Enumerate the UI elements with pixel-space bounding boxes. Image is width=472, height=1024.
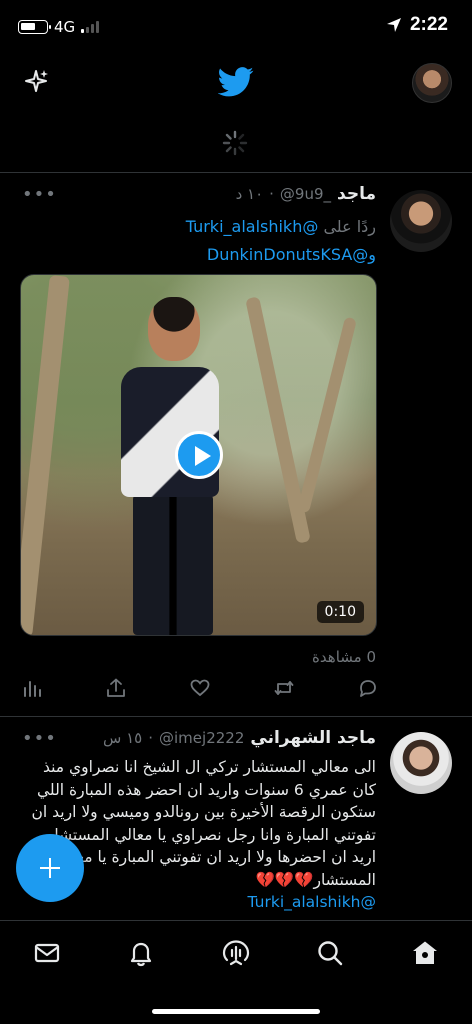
video-duration: 0:10 (316, 601, 364, 623)
home-icon[interactable] (411, 939, 439, 967)
replying-to: ردًا على @Turki_alalshikh و@DunkinDonuts… (26, 213, 376, 269)
video-frame-tree (296, 316, 358, 514)
tweet-author-name[interactable]: ماجد (337, 184, 376, 204)
top-nav (0, 58, 472, 110)
more-options-icon[interactable]: ••• (22, 728, 57, 749)
battery-icon (18, 20, 51, 34)
analytics-icon[interactable] (22, 678, 42, 698)
profile-avatar[interactable] (412, 63, 452, 103)
compose-tweet-button[interactable] (16, 834, 84, 902)
tweet-video[interactable]: 0:10 (20, 274, 377, 636)
sparkle-icon[interactable] (22, 68, 50, 96)
view-count: 0 مشاهدة (312, 648, 376, 666)
divider (0, 172, 472, 173)
video-frame-figure (148, 297, 200, 361)
search-icon[interactable] (316, 939, 344, 967)
like-icon[interactable] (190, 678, 210, 698)
signal-icon (81, 21, 100, 33)
location-icon (386, 18, 401, 32)
tweet-header: ماجد الشهراني @imej2222 · ١٥ س (103, 728, 376, 748)
mention-link[interactable]: @Turki_alalshikh (186, 217, 319, 236)
status-right: 2:22 (386, 14, 448, 36)
tweet-header: ماجد @9u9_ · ١٠ د (235, 184, 376, 204)
mention-prefix: و (368, 245, 376, 264)
tweet-author-name[interactable]: ماجد الشهراني (250, 728, 376, 748)
divider (0, 716, 472, 717)
mention-link[interactable]: @DunkinDonutsKSA (207, 245, 368, 264)
tweet-avatar[interactable] (390, 732, 452, 794)
status-bar: 4G 2:22 (0, 0, 472, 58)
tweet-text: الى معالي المستشار تركي ال الشيخ انا نصر… (24, 756, 376, 914)
loading-spinner-icon (222, 130, 248, 156)
home-indicator (152, 1009, 320, 1014)
spaces-icon[interactable] (222, 939, 250, 967)
replying-to-label: ردًا على (323, 217, 376, 236)
video-frame-figure (133, 495, 213, 635)
status-left: 4G (18, 18, 100, 36)
tweet-avatar[interactable] (390, 190, 452, 252)
bottom-nav (0, 920, 472, 1024)
tweet-actions (22, 674, 378, 702)
twitter-bird-icon[interactable] (218, 66, 254, 98)
tweet-author-handle: @9u9_ (279, 185, 332, 203)
bell-icon[interactable] (127, 939, 155, 967)
clock: 2:22 (409, 14, 448, 35)
play-icon[interactable] (175, 431, 223, 479)
tweet-author-handle: @imej2222 (159, 729, 245, 747)
video-frame-tree (21, 275, 70, 635)
more-options-icon[interactable]: ••• (22, 184, 57, 205)
reply-icon[interactable] (358, 678, 378, 698)
retweet-icon[interactable] (274, 678, 294, 698)
carrier-label: 4G (54, 18, 76, 36)
tweet-time: ١٠ د (235, 185, 264, 203)
share-icon[interactable] (106, 678, 126, 698)
mention-link[interactable]: @Turki_alalshikh (248, 893, 376, 911)
tweet-time: ١٥ س (103, 729, 143, 747)
mail-icon[interactable] (33, 939, 61, 967)
